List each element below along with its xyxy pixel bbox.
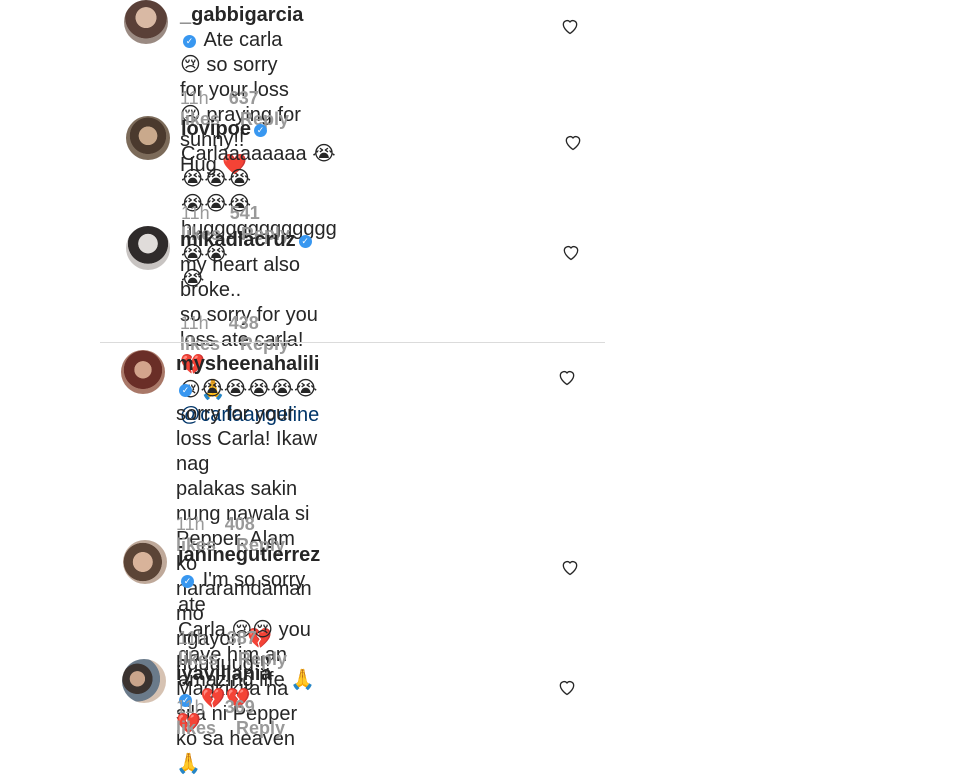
username[interactable]: _gabbigarcia — [180, 4, 303, 26]
timestamp: 11h — [180, 313, 209, 333]
verified-badge-icon: ✓ — [298, 235, 312, 248]
heart-outline-icon[interactable] — [561, 242, 581, 262]
verified-badge-icon: ✓ — [179, 384, 192, 397]
avatar[interactable] — [126, 116, 170, 160]
heart-outline-icon[interactable] — [560, 16, 580, 36]
comment-line: my heart also broke.. — [180, 254, 301, 301]
avatar[interactable] — [126, 226, 170, 270]
heart-outline-icon[interactable] — [563, 132, 583, 152]
heart-outline-icon[interactable] — [557, 367, 577, 387]
verified-badge-icon: ✓ — [254, 124, 268, 137]
username[interactable]: janinegutierrez — [178, 544, 320, 566]
avatar[interactable] — [121, 350, 165, 394]
verified-badge-icon: ✓ — [183, 35, 196, 48]
username[interactable]: lovipoe — [181, 118, 251, 140]
comment-line: 😭😭😭😭😭 — [200, 378, 318, 400]
avatar[interactable] — [122, 659, 166, 703]
username[interactable]: iyavillania — [176, 663, 272, 685]
timestamp: 11h — [176, 697, 205, 717]
verified-badge-icon: ✓ — [181, 575, 194, 588]
comment-line: Carlaaaaaaaa 😭😭😭😭 — [181, 143, 336, 190]
timestamp: 11h — [180, 88, 209, 108]
heart-outline-icon[interactable] — [557, 677, 577, 697]
comment-meta: 11h 438 likes Reply — [180, 313, 309, 355]
timestamp: 11h — [178, 628, 207, 648]
comment-line: I'm so sorry ate — [178, 569, 306, 616]
reply-button[interactable]: Reply — [236, 718, 285, 738]
reply-button[interactable]: Reply — [240, 334, 289, 354]
avatar[interactable] — [123, 540, 167, 584]
heart-outline-icon[interactable] — [560, 557, 580, 577]
avatar[interactable] — [124, 0, 168, 44]
comment-line: Ate carla 😢 so sorry — [180, 29, 283, 76]
username[interactable]: mikadlacruz — [180, 229, 296, 251]
timestamp: 11h — [181, 203, 210, 223]
comment-line: sorry for your loss Carla! Ikaw nag — [176, 403, 318, 475]
timestamp: 11h — [176, 514, 205, 534]
divider — [100, 342, 605, 343]
username[interactable]: mysheenahalili — [176, 353, 319, 375]
comment-meta: 11h 369 likes Reply — [176, 697, 305, 739]
